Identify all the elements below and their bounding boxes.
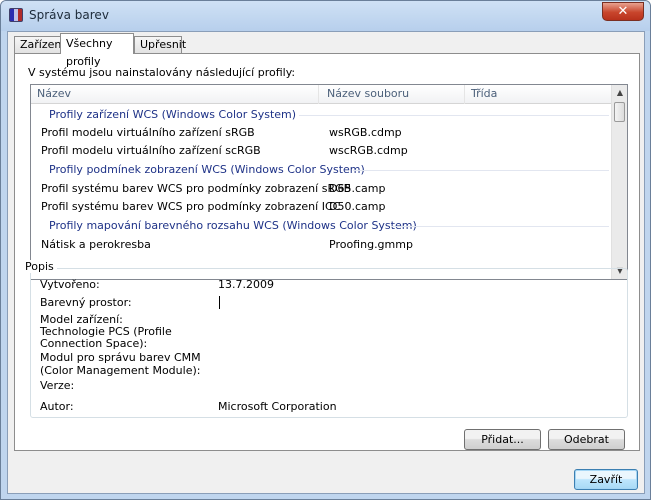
scrollbar-thumb[interactable] xyxy=(614,102,625,122)
profile-filename: D65.camp xyxy=(329,182,386,195)
color-management-window: Správa barev ✕ Zařízení Všechny profily … xyxy=(0,0,651,500)
list-group-viewing-conditions[interactable]: Profily podmínek zobrazení WCS (Windows … xyxy=(31,161,613,179)
version-label: Verze: xyxy=(40,379,75,392)
close-window-button[interactable]: ✕ xyxy=(602,2,644,21)
profile-filename: wscRGB.cdmp xyxy=(329,144,408,157)
remove-profile-button[interactable]: Odebrat xyxy=(548,429,625,450)
profile-name: Profil systému barev WCS pro podmínky zo… xyxy=(41,182,352,195)
group-title: Profily podmínek zobrazení WCS (Windows … xyxy=(49,163,365,176)
tab-devices[interactable]: Zařízení xyxy=(14,36,65,53)
window-title: Správa barev xyxy=(29,8,109,22)
profile-filename: Proofing.gmmp xyxy=(329,238,413,251)
list-item[interactable]: Profil modelu virtuálního zařízení sRGB … xyxy=(31,124,613,142)
profile-name: Nátisk a perokresba xyxy=(41,238,151,251)
profile-filename: wsRGB.cdmp xyxy=(329,126,402,139)
group-divider xyxy=(391,226,609,227)
group-divider xyxy=(353,170,609,171)
tab-advanced-label: Upřesnit xyxy=(140,38,187,51)
list-item[interactable]: Profil modelu virtuálního zařízení scRGB… xyxy=(31,142,613,160)
list-group-gamut-mapping[interactable]: Profily mapování barevného rozsahu WCS (… xyxy=(31,217,613,235)
title-bar[interactable]: Správa barev ✕ xyxy=(1,1,650,31)
profile-name: Profil modelu virtuálního zařízení scRGB xyxy=(41,144,261,157)
list-vertical-scrollbar[interactable]: ▲ ▼ xyxy=(611,85,627,279)
cmm-label-line2: (Color Management Module): xyxy=(40,364,201,377)
column-header-class[interactable]: Třída xyxy=(465,85,613,104)
tab-all-profiles[interactable]: Všechny profily xyxy=(60,33,134,68)
group-title: Profily zařízení WCS (Windows Color Syst… xyxy=(49,108,297,121)
dialog-client-area: Zařízení Všechny profily Upřesnit V syst… xyxy=(7,31,645,494)
list-item[interactable]: Nátisk a perokresba Proofing.gmmp xyxy=(31,236,613,254)
close-icon: ✕ xyxy=(617,4,629,19)
profile-name: Profil systému barev WCS pro podmínky zo… xyxy=(41,200,341,213)
list-header: Název Název souboru Třída xyxy=(31,85,613,104)
add-profile-button[interactable]: Přidat... xyxy=(464,429,541,450)
close-button[interactable]: Zavřít xyxy=(574,469,638,490)
cmm-label-line1: Modul pro správu barev CMM xyxy=(40,351,201,364)
created-label: Vytvořeno: xyxy=(40,278,100,291)
pcs-label-line2: Connection Space): xyxy=(40,337,148,350)
tab-advanced[interactable]: Upřesnit xyxy=(134,36,186,53)
text-caret xyxy=(219,296,220,309)
color-management-app-icon xyxy=(9,8,23,22)
column-header-name[interactable]: Název xyxy=(31,85,319,104)
author-label: Autor: xyxy=(40,400,74,413)
color-space-label: Barevný prostor: xyxy=(40,296,132,309)
group-title: Profily mapování barevného rozsahu WCS (… xyxy=(49,219,417,232)
list-item[interactable]: Profil systému barev WCS pro podmínky zo… xyxy=(31,198,613,216)
created-value: 13.7.2009 xyxy=(218,278,274,291)
scroll-up-icon[interactable]: ▲ xyxy=(612,85,627,101)
author-value: Microsoft Corporation xyxy=(218,400,337,413)
description-legend: Popis xyxy=(22,260,57,273)
group-divider xyxy=(299,115,609,116)
tab-devices-label: Zařízení xyxy=(20,38,65,51)
profiles-list[interactable]: Název Název souboru Třída Profily zaříze… xyxy=(30,84,628,280)
list-group-device-profiles[interactable]: Profily zařízení WCS (Windows Color Syst… xyxy=(31,106,613,124)
profile-name: Profil modelu virtuálního zařízení sRGB xyxy=(41,126,255,139)
list-item[interactable]: Profil systému barev WCS pro podmínky zo… xyxy=(31,180,613,198)
column-header-filename[interactable]: Název souboru xyxy=(321,85,465,104)
profile-filename: D50.camp xyxy=(329,200,386,213)
